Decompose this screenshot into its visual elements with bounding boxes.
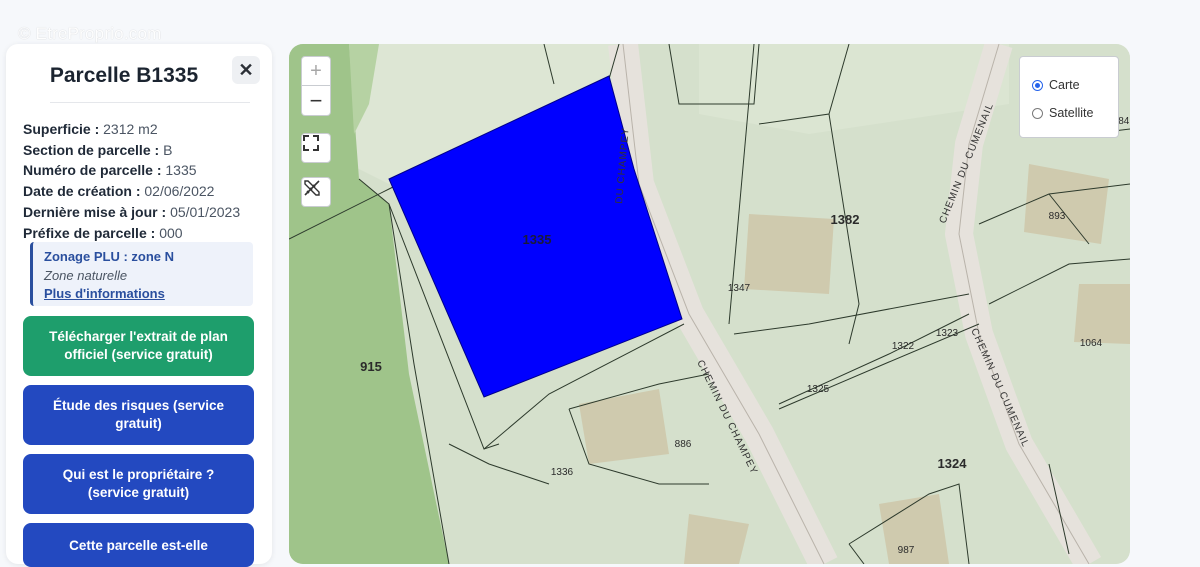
parcel-number: 1335 [523,232,552,247]
zoning-box: Zonage PLU : zone N Zone naturelle Plus … [30,242,253,306]
radio-selected[interactable] [1032,79,1043,91]
property-value: 02/06/2022 [144,183,215,200]
fullscreen-icon [303,135,319,151]
property-label: Numéro de parcelle : [23,162,162,179]
radio-unselected[interactable] [1032,107,1043,119]
property-label: Préfixe de parcelle : [23,224,156,241]
property-value: 05/01/2023 [170,203,241,220]
parcel-number: 1064 [1080,338,1103,349]
zoning-subtitle: Zone naturelle [44,267,128,283]
property-row: Dernière mise à jour : 05/01/2023 [23,202,240,223]
parcel-number: 987 [898,545,915,556]
parcel-number: 1336 [551,467,574,478]
download-plan-button[interactable]: Télécharger l'extrait de plan officiel (… [23,316,254,376]
layer-option-satellite[interactable]: Satellite [1032,99,1118,127]
property-row: Superficie : 2312 m2 [23,119,240,140]
property-label: Dernière mise à jour : [23,203,167,220]
measure-button[interactable] [301,177,331,207]
property-value: 000 [159,224,183,241]
property-value: 1335 [165,162,197,179]
property-label: Superficie : [23,121,100,137]
parcel-number: 1382 [831,212,860,227]
parcel-number: 1322 [892,341,915,352]
map-canvas[interactable]: 1335 915 1382 893 1347 1064 1323 1322 13… [289,44,1130,564]
parcel-number: 1324 [938,456,968,471]
zoom-in-button[interactable]: + [301,56,331,86]
zoom-out-button[interactable]: − [301,86,331,116]
layer-label: Carte [1049,78,1080,92]
layer-label: Satellite [1049,106,1094,120]
parcel-number: 886 [675,439,692,450]
property-value: 2312 m2 [103,121,158,137]
parcel-number: 915 [360,359,382,374]
parcel-number: 1347 [728,283,751,294]
property-value: B [163,141,173,158]
property-row: Date de création : 02/06/2022 [23,181,240,202]
fullscreen-button[interactable] [301,133,331,163]
close-icon[interactable]: ✕ [232,56,260,84]
building [1074,284,1130,344]
parcel-check-button[interactable]: Cette parcelle est-elle [23,523,254,567]
property-label: Section de parcelle : [23,141,160,158]
watermark: © EtreProprio.com [18,24,162,43]
cadastral-map[interactable]: 1335 915 1382 893 1347 1064 1323 1322 13… [289,44,1130,564]
building [744,214,834,294]
property-row: Numéro de parcelle : 1335 [23,160,240,181]
layer-switcher: Carte Satellite [1019,56,1119,138]
parcel-number: 1323 [936,328,959,339]
panel-title: Parcelle B1335 [49,64,199,87]
property-row: Préfixe de parcelle : 000 [23,223,240,244]
property-row: Section de parcelle : B [23,140,240,161]
layer-option-carte[interactable]: Carte [1032,71,1118,99]
risk-study-button[interactable]: Étude des risques (service gratuit) [23,385,254,445]
parcel-properties: Superficie : 2312 m2 Section de parcelle… [23,119,240,243]
parcel-info-panel: Parcelle B1335 ✕ Superficie : 2312 m2 Se… [6,44,272,567]
zoning-title: Zonage PLU : zone N [44,249,174,264]
more-info-link[interactable]: Plus d'informations [44,285,253,304]
parcel-number: 893 [1049,211,1066,222]
owner-button[interactable]: Qui est le propriétaire ? (service gratu… [23,454,254,514]
parcel-number: 1325 [807,384,830,395]
divider [50,102,250,103]
ruler-pencil-icon [304,180,320,196]
property-label: Date de création : [23,183,141,200]
